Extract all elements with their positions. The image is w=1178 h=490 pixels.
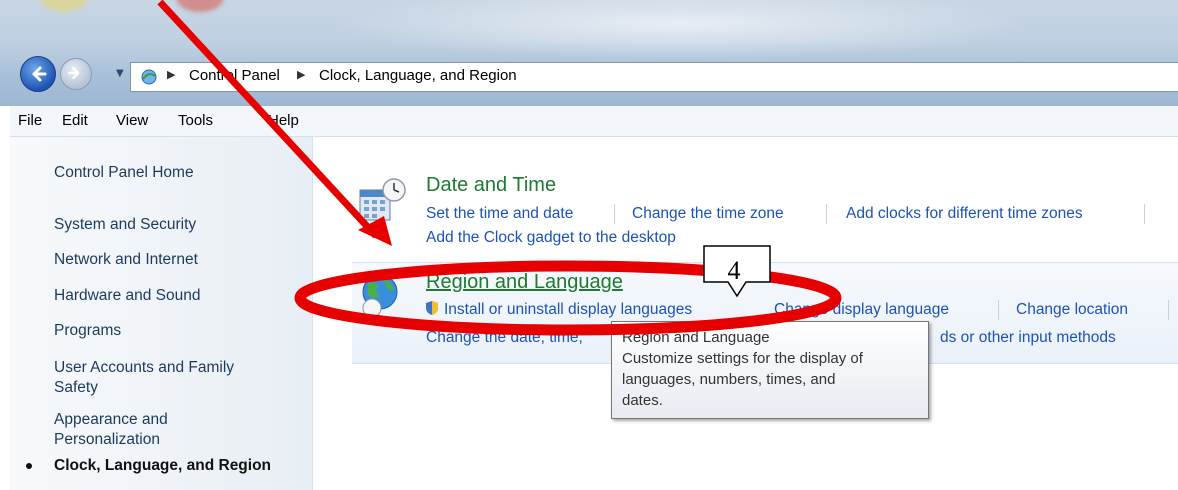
change-location-link[interactable]: Change location — [1016, 301, 1128, 319]
menu-file[interactable]: File — [18, 112, 42, 129]
globe-clock-icon — [362, 274, 398, 318]
glass-sheen — [330, 0, 1030, 60]
forward-arrow-icon — [68, 67, 80, 79]
calendar-clock-icon — [359, 178, 406, 221]
sidebar-item-label-line2: Personalization — [54, 431, 160, 448]
link-divider — [826, 204, 827, 224]
tooltip-title: Region and Language — [622, 329, 770, 346]
address-bar[interactable]: ▶ Control Panel ▶ Clock, Language, and R… — [130, 62, 1178, 92]
sidebar-item-system-security[interactable]: System and Security — [54, 215, 196, 235]
tooltip-line: Customize settings for the display of — [622, 350, 863, 367]
step-number: 4 — [727, 256, 741, 285]
sidebar-item-appearance[interactable]: Appearance and Personalization — [54, 410, 168, 450]
breadcrumb-separator-icon: ▶ — [297, 68, 306, 81]
admin-shield-icon — [426, 301, 438, 315]
change-keyboards-link[interactable]: ds or other input methods — [940, 329, 1116, 347]
menu-view[interactable]: View — [116, 112, 148, 129]
link-divider — [1144, 204, 1145, 224]
link-divider — [614, 204, 615, 224]
breadcrumb-separator-icon: ▶ — [167, 68, 176, 81]
change-date-format-link[interactable]: Change the date, time, — [426, 329, 583, 347]
breadcrumb-control-panel[interactable]: Control Panel — [189, 67, 280, 84]
install-display-languages-link[interactable]: Install or uninstall display languages — [444, 301, 692, 319]
menu-bar: File Edit View Tools Help — [10, 106, 1178, 137]
breadcrumb-clock-language-region[interactable]: Clock, Language, and Region — [319, 67, 517, 84]
change-time-zone-link[interactable]: Change the time zone — [632, 205, 784, 223]
tooltip-line: languages, numbers, times, and — [622, 371, 836, 388]
forward-button[interactable] — [60, 58, 92, 90]
menu-edit[interactable]: Edit — [62, 112, 88, 129]
sidebar-item-hardware-sound[interactable]: Hardware and Sound — [54, 286, 201, 306]
sidebar-item-label-line2: Safety — [54, 379, 98, 396]
link-divider — [1168, 300, 1169, 320]
set-time-date-link[interactable]: Set the time and date — [426, 205, 573, 223]
date-and-time-title[interactable]: Date and Time — [426, 174, 556, 197]
change-display-language-link[interactable]: Change display language — [774, 301, 949, 319]
tooltip-line: dates. — [622, 392, 663, 409]
sidebar-item-label-line1: Appearance and — [54, 411, 168, 428]
sidebar-item-label-line1: User Accounts and Family — [54, 359, 235, 376]
link-divider — [998, 300, 999, 320]
recent-pages-dropdown[interactable]: ▼ — [116, 68, 124, 79]
sidebar-item-user-accounts[interactable]: User Accounts and Family Safety — [54, 358, 234, 398]
add-clock-gadget-link[interactable]: Add the Clock gadget to the desktop — [426, 229, 676, 247]
back-button[interactable] — [20, 56, 56, 92]
control-panel-icon — [141, 69, 157, 85]
menu-help[interactable]: Help — [268, 112, 299, 129]
active-bullet-icon — [26, 463, 32, 469]
menu-tools[interactable]: Tools — [178, 112, 213, 129]
back-arrow-icon — [32, 66, 47, 82]
region-language-tooltip: Region and Language Customize settings f… — [611, 321, 929, 419]
sidebar-item-programs[interactable]: Programs — [54, 321, 121, 341]
sidebar-item-clock-language-region[interactable]: Clock, Language, and Region — [54, 456, 271, 476]
add-clocks-link[interactable]: Add clocks for different time zones — [846, 205, 1083, 223]
control-panel-window: ▼ ▶ Control Panel ▶ Clock, Language, and… — [0, 0, 1178, 490]
region-and-language-title[interactable]: Region and Language — [426, 271, 623, 294]
sidebar-item-control-panel-home[interactable]: Control Panel Home — [54, 163, 194, 183]
sidebar-item-network-internet[interactable]: Network and Internet — [54, 250, 198, 270]
